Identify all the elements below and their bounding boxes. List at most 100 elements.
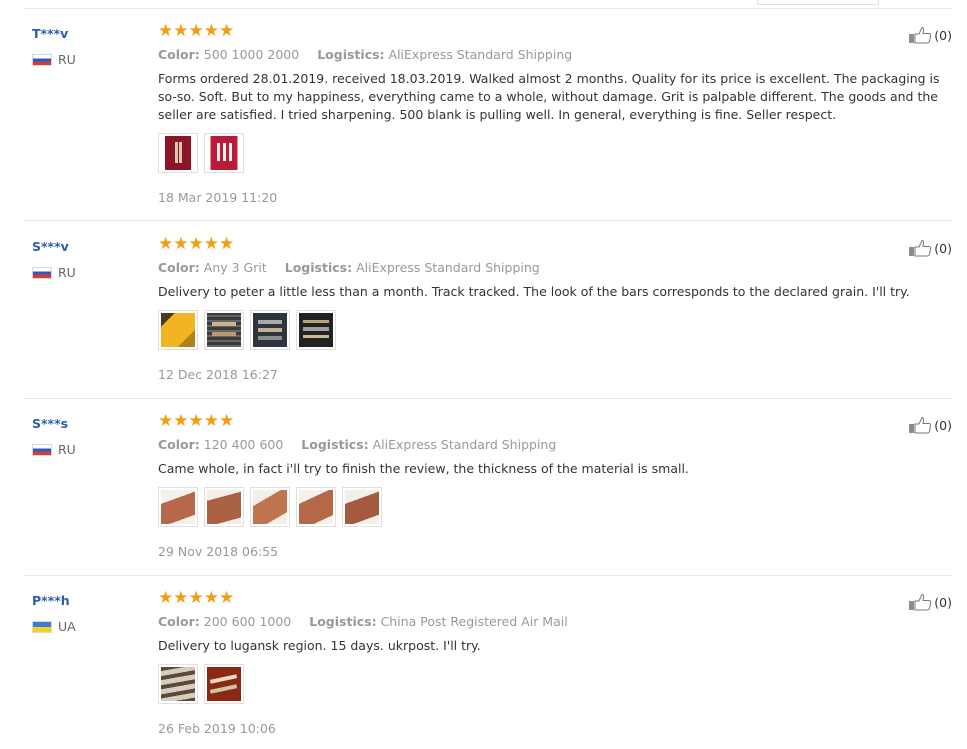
review-date: 29 Nov 2018 06:55	[158, 544, 279, 559]
star-icon: ★	[173, 411, 189, 431]
country-code: UA	[58, 619, 76, 634]
helpful-count: (0)	[934, 27, 952, 43]
logistics-value: AliExpress Standard Shipping	[356, 260, 540, 275]
review-photo[interactable]	[204, 133, 244, 173]
helpful-count: (0)	[934, 417, 952, 433]
review-photos	[158, 664, 244, 704]
color-value: 500 1000 2000	[203, 47, 300, 62]
reviewer-country: RU	[32, 52, 76, 67]
review-text: Delivery to peter a little less than a m…	[158, 284, 910, 299]
reviewer-country: RU	[32, 265, 76, 280]
review-photo[interactable]	[158, 664, 198, 704]
star-icon: ★	[188, 588, 204, 608]
helpful-button[interactable]: (0)	[908, 239, 952, 257]
review-divider	[24, 575, 952, 576]
logistics-label: Logistics:	[284, 260, 353, 275]
star-icon: ★	[203, 411, 219, 431]
star-icon: ★	[219, 234, 235, 254]
color-value: 120 400 600	[203, 437, 284, 452]
review-photo[interactable]	[296, 310, 336, 350]
star-rating: ★ ★ ★ ★ ★	[158, 588, 234, 608]
helpful-button[interactable]: (0)	[908, 593, 952, 611]
thumbs-up-icon	[909, 239, 932, 257]
review-photo[interactable]	[204, 310, 244, 350]
color-label: Color:	[158, 437, 200, 452]
star-icon: ★	[158, 21, 174, 41]
review-photo[interactable]	[342, 487, 382, 527]
order-info: Color: 200 600 1000 Logistics: China Pos…	[158, 614, 568, 629]
review-text: Came whole, in fact i'll try to finish t…	[158, 461, 689, 476]
star-icon: ★	[158, 588, 174, 608]
star-icon: ★	[203, 588, 219, 608]
order-info: Color: 120 400 600 Logistics: AliExpress…	[158, 437, 556, 452]
flag-ua-icon	[32, 620, 52, 633]
review-divider	[24, 398, 952, 399]
review-photo[interactable]	[250, 310, 290, 350]
review-text: Forms ordered 28.01.2019. received 18.03…	[158, 71, 940, 122]
star-icon: ★	[188, 21, 204, 41]
reviewer-country: RU	[32, 442, 76, 457]
review-photos	[158, 310, 336, 350]
color-label: Color:	[158, 614, 200, 629]
flag-ru-icon	[32, 53, 52, 66]
review-date: 26 Feb 2019 10:06	[158, 721, 276, 736]
review-photo[interactable]	[250, 487, 290, 527]
country-code: RU	[58, 442, 76, 457]
top-control-edge	[757, 0, 879, 5]
star-icon: ★	[188, 234, 204, 254]
country-code: RU	[58, 52, 76, 67]
star-icon: ★	[219, 21, 235, 41]
logistics-value: AliExpress Standard Shipping	[388, 47, 573, 62]
helpful-count: (0)	[934, 240, 952, 256]
thumbs-up-icon	[909, 416, 932, 434]
reviewer-name[interactable]: S***v	[32, 239, 69, 254]
star-icon: ★	[158, 234, 174, 254]
color-label: Color:	[158, 47, 200, 62]
review-photo[interactable]	[204, 664, 244, 704]
review-text: Delivery to lugansk region. 15 days. ukr…	[158, 638, 481, 653]
review-date: 18 Mar 2019 11:20	[158, 190, 278, 205]
color-value: Any 3 Grit	[203, 260, 267, 275]
review-date: 12 Dec 2018 16:27	[158, 367, 278, 382]
review-divider	[24, 220, 952, 221]
reviewer-name[interactable]: T***v	[32, 26, 68, 41]
review-photo[interactable]	[158, 487, 198, 527]
star-icon: ★	[188, 411, 204, 431]
star-icon: ★	[219, 411, 235, 431]
order-info: Color: 500 1000 2000 Logistics: AliExpre…	[158, 47, 572, 62]
logistics-label: Logistics:	[317, 47, 385, 62]
review-photo[interactable]	[158, 133, 198, 173]
thumbs-up-icon	[909, 593, 932, 611]
star-icon: ★	[173, 588, 189, 608]
star-icon: ★	[173, 234, 189, 254]
order-info: Color: Any 3 Grit Logistics: AliExpress …	[158, 260, 540, 275]
review-photo[interactable]	[204, 487, 244, 527]
helpful-count: (0)	[934, 594, 952, 610]
country-code: RU	[58, 265, 76, 280]
star-icon: ★	[173, 21, 189, 41]
thumbs-up-icon	[909, 26, 932, 44]
top-divider	[24, 8, 952, 9]
flag-ru-icon	[32, 266, 52, 279]
helpful-button[interactable]: (0)	[908, 416, 952, 434]
logistics-label: Logistics:	[309, 614, 377, 629]
star-rating: ★ ★ ★ ★ ★	[158, 21, 234, 41]
star-icon: ★	[158, 411, 174, 431]
logistics-label: Logistics:	[301, 437, 369, 452]
reviewer-name[interactable]: P***h	[32, 593, 70, 608]
star-icon: ★	[203, 21, 219, 41]
review-photo[interactable]	[296, 487, 336, 527]
flag-ru-icon	[32, 443, 52, 456]
color-value: 200 600 1000	[203, 614, 292, 629]
reviewer-country: UA	[32, 619, 76, 634]
logistics-value: China Post Registered Air Mail	[380, 614, 568, 629]
review-photos	[158, 487, 382, 527]
star-icon: ★	[203, 234, 219, 254]
star-rating: ★ ★ ★ ★ ★	[158, 234, 234, 254]
review-photos	[158, 133, 244, 173]
reviewer-name[interactable]: S***s	[32, 416, 68, 431]
review-photo[interactable]	[158, 310, 198, 350]
logistics-value: AliExpress Standard Shipping	[372, 437, 557, 452]
color-label: Color:	[158, 260, 200, 275]
helpful-button[interactable]: (0)	[908, 26, 952, 44]
